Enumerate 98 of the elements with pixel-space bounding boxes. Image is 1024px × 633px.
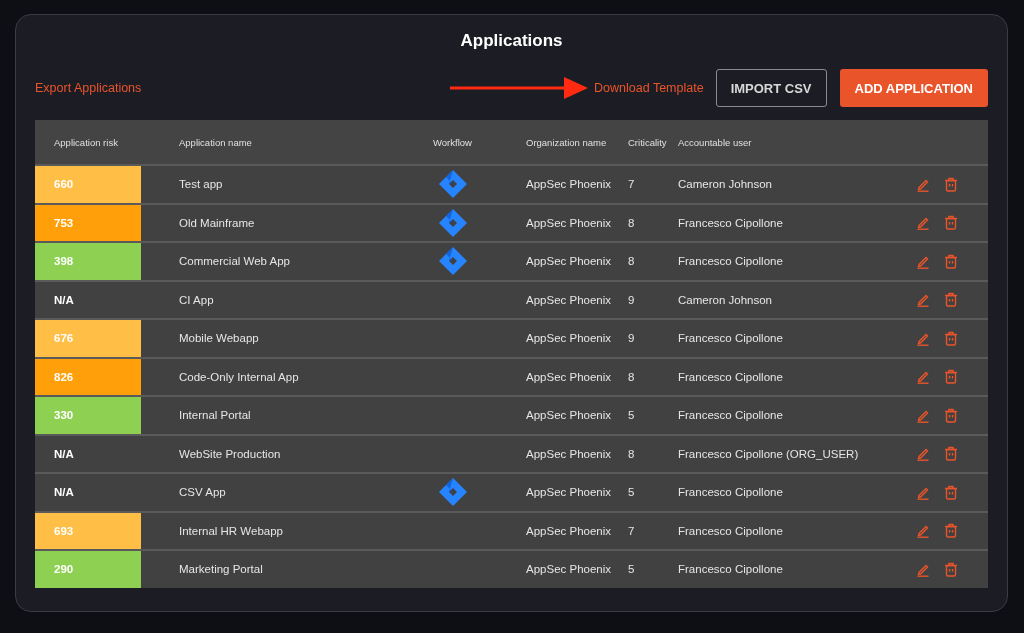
trash-icon [944,484,958,500]
trash-icon [944,369,958,385]
trash-icon [944,561,958,577]
trash-icon [944,215,958,231]
page-title: Applications [459,31,564,51]
import-csv-button[interactable]: IMPORT CSV [715,69,827,107]
application-name: Mobile Webapp [179,332,259,345]
criticality-value: 8 [628,447,635,460]
accountable-user: Francesco Cipollone (ORG_USER) [678,447,859,460]
column-header: Organization name [526,136,608,148]
accountable-user: Francesco Cipollone [678,370,783,383]
edit-button[interactable] [916,446,930,462]
criticality-value: 9 [628,332,635,345]
trash-icon [944,330,958,346]
edit-button[interactable] [916,215,930,231]
edit-button[interactable] [916,292,930,308]
application-name: Old Mainframe [179,216,255,229]
accountable-user: Cameron Johnson [678,178,772,191]
organization-name: AppSec Phoenix [526,409,612,422]
trash-icon [944,407,958,423]
risk-score-cell-text: N/A [53,292,75,308]
trash-icon [944,253,958,269]
trash-icon [944,292,958,308]
trash-icon [944,446,958,462]
accountable-user: Francesco Cipollone [678,563,783,576]
risk-score-cell: 660 [35,166,141,203]
organization-name: AppSec Phoenix [526,370,612,383]
pencil-icon [916,292,930,308]
application-name: Test app [179,178,223,191]
accountable-user: Francesco Cipollone [678,524,783,537]
delete-button[interactable] [944,330,958,346]
risk-score-cell: 693 [35,512,141,549]
criticality-value: 7 [628,178,635,191]
criticality-value: 8 [628,255,635,268]
trash-icon [944,176,958,192]
delete-button[interactable] [944,369,958,385]
risk-score-cell: 826 [35,358,141,395]
column-header: Workflow [433,136,473,148]
column-header: Application name [178,136,253,148]
application-name: Code-Only Internal App [179,370,299,383]
application-name: Marketing Portal [179,563,263,576]
delete-button[interactable] [944,484,958,500]
pencil-icon [916,215,930,231]
organization-name: AppSec Phoenix [526,255,612,268]
criticality-value: 9 [628,293,635,306]
export-applications-link[interactable]: Export Applications [35,81,142,95]
risk-score-cell-text: N/A [53,446,75,462]
criticality-value: 8 [628,370,635,383]
criticality-value: 5 [628,409,635,422]
pencil-icon [916,523,930,539]
accountable-user: Cameron Johnson [678,293,772,306]
risk-score-cell: 330 [35,397,141,434]
organization-name: AppSec Phoenix [526,216,612,229]
download-template-link[interactable]: Download Template [594,81,704,95]
accountable-user: Francesco Cipollone [678,216,783,229]
delete-button[interactable] [944,292,958,308]
criticality-value: 8 [628,216,635,229]
criticality-value: 5 [628,486,635,499]
organization-name: AppSec Phoenix [526,563,612,576]
delete-button[interactable] [944,523,958,539]
organization-name: AppSec Phoenix [526,447,612,460]
pencil-icon [916,369,930,385]
organization-name: AppSec Phoenix [526,293,612,306]
organization-name: AppSec Phoenix [526,178,612,191]
organization-name: AppSec Phoenix [526,524,612,537]
delete-button[interactable] [944,446,958,462]
delete-button[interactable] [944,561,958,577]
trash-icon [944,523,958,539]
pencil-icon [916,446,930,462]
application-name: Internal Portal [179,409,251,422]
risk-score-cell: 290 [35,551,141,588]
risk-score-cell: 753 [35,204,141,241]
column-header: Application risk [53,136,119,148]
application-name: Commercial Web App [179,255,290,268]
delete-button[interactable] [944,215,958,231]
add-application-button[interactable]: ADD APPLICATION [839,69,988,107]
application-name: Internal HR Webapp [179,524,283,537]
delete-button[interactable] [944,176,958,192]
risk-score-cell: 398 [35,243,141,280]
accountable-user: Francesco Cipollone [678,409,783,422]
criticality-value: 7 [628,524,635,537]
delete-button[interactable] [944,407,958,423]
edit-button[interactable] [916,369,930,385]
edit-button[interactable] [916,523,930,539]
column-header: Criticality [628,136,668,148]
risk-score-cell: 676 [35,320,141,357]
criticality-value: 5 [628,563,635,576]
application-name: CI App [179,293,214,306]
column-header: Accountable user [678,136,753,148]
delete-button[interactable] [944,253,958,269]
organization-name: AppSec Phoenix [526,486,612,499]
accountable-user: Francesco Cipollone [678,486,783,499]
application-name: WebSite Production [179,447,281,460]
risk-score-cell-text: N/A [53,485,75,501]
application-name: CSV App [179,486,226,499]
accountable-user: Francesco Cipollone [678,255,783,268]
organization-name: AppSec Phoenix [526,332,612,345]
accountable-user: Francesco Cipollone [678,332,783,345]
